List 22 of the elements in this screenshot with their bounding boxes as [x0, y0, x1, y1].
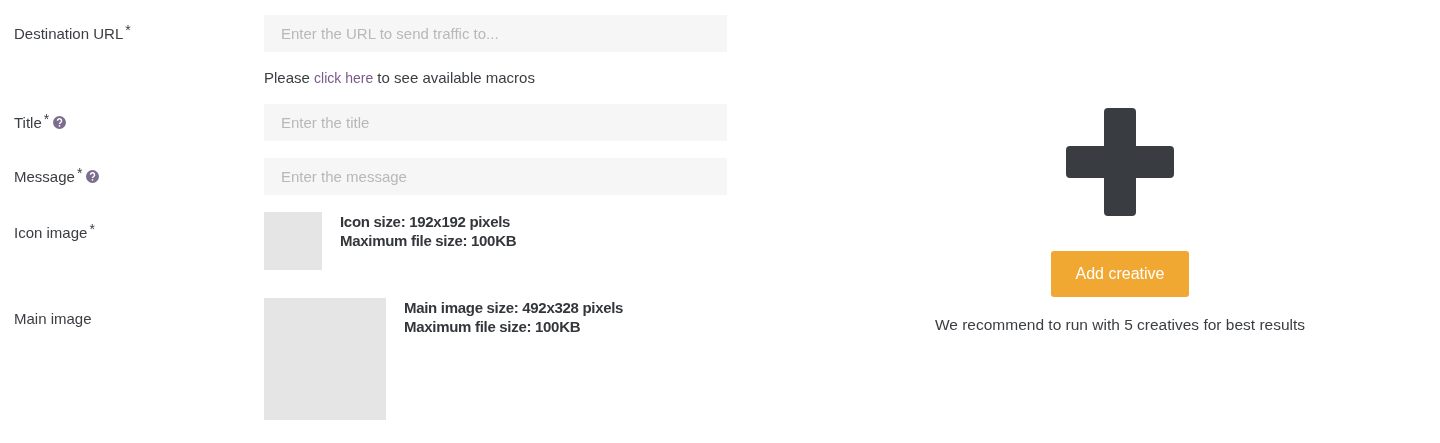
field-label: Title	[14, 114, 42, 131]
plus-icon[interactable]	[1066, 108, 1174, 216]
text-field[interactable]: Enter the title	[264, 104, 727, 141]
recommendation-text: We recommend to run with 5 creatives for best results	[934, 316, 1306, 334]
required-mark: *	[76, 165, 83, 181]
required-mark: *	[43, 111, 50, 127]
click-here-link[interactable]: click here	[314, 70, 374, 86]
text-field[interactable]: Enter the URL to send traffic to...	[264, 15, 727, 52]
help-icon[interactable]	[86, 170, 100, 183]
required-mark: *	[89, 221, 95, 237]
required-mark: *	[125, 22, 131, 38]
field-label: Message	[14, 168, 75, 185]
image-hint: Icon size: 192x192 pixels	[340, 212, 512, 231]
help-icon[interactable]	[53, 116, 67, 129]
field-label: Icon image	[14, 224, 88, 241]
text-field[interactable]: Enter the message	[264, 158, 727, 195]
macros-note: Please click here to see available macros	[264, 69, 536, 87]
field-label: Destination URL	[14, 25, 124, 42]
image-hint: Maximum file size: 100KB	[340, 231, 517, 250]
field-label: Main image	[14, 310, 92, 327]
image-hint: Main image size: 492x328 pixels	[404, 298, 624, 317]
image-hint: Maximum file size: 100KB	[404, 317, 582, 336]
